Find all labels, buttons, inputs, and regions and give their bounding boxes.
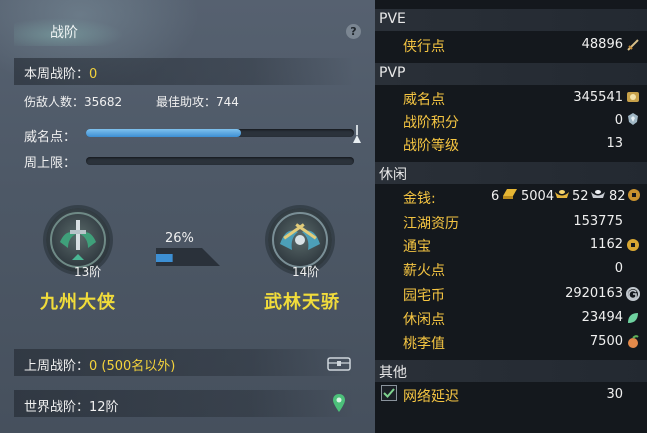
currency-panel: PVE 侠行点 48896 PVP 威名点 345541 战阶积分 0 战阶等级… [375,0,647,433]
pve-header-band [375,9,647,31]
assists-row: 最佳助攻：744 [156,93,239,110]
last-week-label: 上周战阶： [24,359,90,374]
rank-progress-arrow [156,248,220,266]
kills-value: 35682 [84,95,123,109]
assists-label: 最佳助攻： [156,95,217,109]
gold-bar-icon [503,189,517,199]
crest-icon [628,113,638,125]
ingot-icon [555,190,569,198]
world-value: 12阶 [89,400,119,415]
world-row: 世界战阶：12阶 [24,396,119,415]
pvp-row-value: 0 [614,113,623,128]
pvp-header: PVP [379,65,406,81]
other-header: 其他 [379,365,407,381]
leisure-row-value: 7500 [589,334,623,349]
leisure-row-value: 1162 [589,237,623,252]
this-week-value: 0 [89,67,98,82]
leisure-header: 休闲 [379,167,407,183]
leisure-header-band [375,162,647,184]
pvp-row-label: 战阶等级 [403,138,459,154]
assists-value: 744 [216,95,239,109]
leisure-row-value: 153775 [573,214,623,229]
panel-title: 战阶 [50,25,78,41]
leisure-row-label: 桃李值 [403,336,445,352]
coin-icon [627,239,639,251]
weekly-cap-bar [86,157,354,165]
money-label: 金钱: [403,191,436,207]
location-pin-icon[interactable] [332,393,346,413]
leisure-row-label: 江湖资历 [403,216,459,232]
leaf-icon [628,313,638,323]
money-silver-value: 52 [572,189,589,204]
leisure-row-label: 园宅币 [403,288,445,304]
leisure-row-label: 通宝 [403,239,431,255]
kills-row: 伤敌人数：35682 [24,93,122,110]
next-rank-name: 武林天骄 [264,292,340,313]
help-icon[interactable]: ? [346,24,361,39]
leisure-row-value: 23494 [581,310,623,325]
this-week-label: 本周战阶： [24,67,90,82]
money-copper-value: 82 [609,189,626,204]
leisure-row-label: 休闲点 [403,312,445,328]
badge-icon [627,92,639,102]
last-week-row: 上周战阶：0 (500名以外) [24,355,175,374]
world-label: 世界战阶： [24,400,90,415]
bar-cap-marker-icon [353,125,361,143]
pve-header: PVE [379,11,406,27]
copper-coin-icon [628,189,640,201]
leisure-row-label: 薪火点 [403,263,445,279]
other-row-label: 网络延迟 [403,389,459,405]
silver-ingot-icon [591,190,605,198]
g-coin-icon [626,287,640,301]
money-ingot-value: 5004 [521,189,555,204]
other-header-band [375,360,647,382]
pvp-row-label: 威名点 [403,92,445,108]
pvp-header-band [375,63,647,85]
latency-checkbox[interactable] [381,385,397,401]
pvp-row-label: 战阶积分 [403,115,459,131]
last-week-value: 0 (500名以外) [89,359,176,374]
kills-label: 伤敌人数： [24,95,85,109]
pve-row-label: 侠行点 [403,39,445,55]
current-rank-name: 九州大侠 [40,292,116,313]
next-rank-level: 14阶 [292,265,320,279]
money-gold-bar-value: 6 [491,189,500,204]
peach-icon [628,335,639,348]
pvp-row-value: 345541 [573,90,623,105]
weekly-cap-label: 周上限： [24,156,77,171]
this-week-row: 本周战阶：0 [24,63,97,82]
current-rank-level: 13阶 [74,265,102,279]
prestige-bar [86,129,354,137]
leisure-row-value: 2920163 [565,286,623,301]
pve-row-value: 48896 [581,37,623,52]
pvp-row-value: 13 [606,136,623,151]
leisure-row-value: 0 [614,261,623,276]
other-row-value: 30 [606,387,623,402]
prestige-bar-fill [86,129,242,137]
chest-icon[interactable] [326,354,352,372]
rank-panel: 战阶 ? 本周战阶：0 伤敌人数：35682 最佳助攻：744 威名点： 周上限… [0,0,375,433]
prestige-label: 威名点： [24,130,77,145]
sword-icon [627,39,639,51]
